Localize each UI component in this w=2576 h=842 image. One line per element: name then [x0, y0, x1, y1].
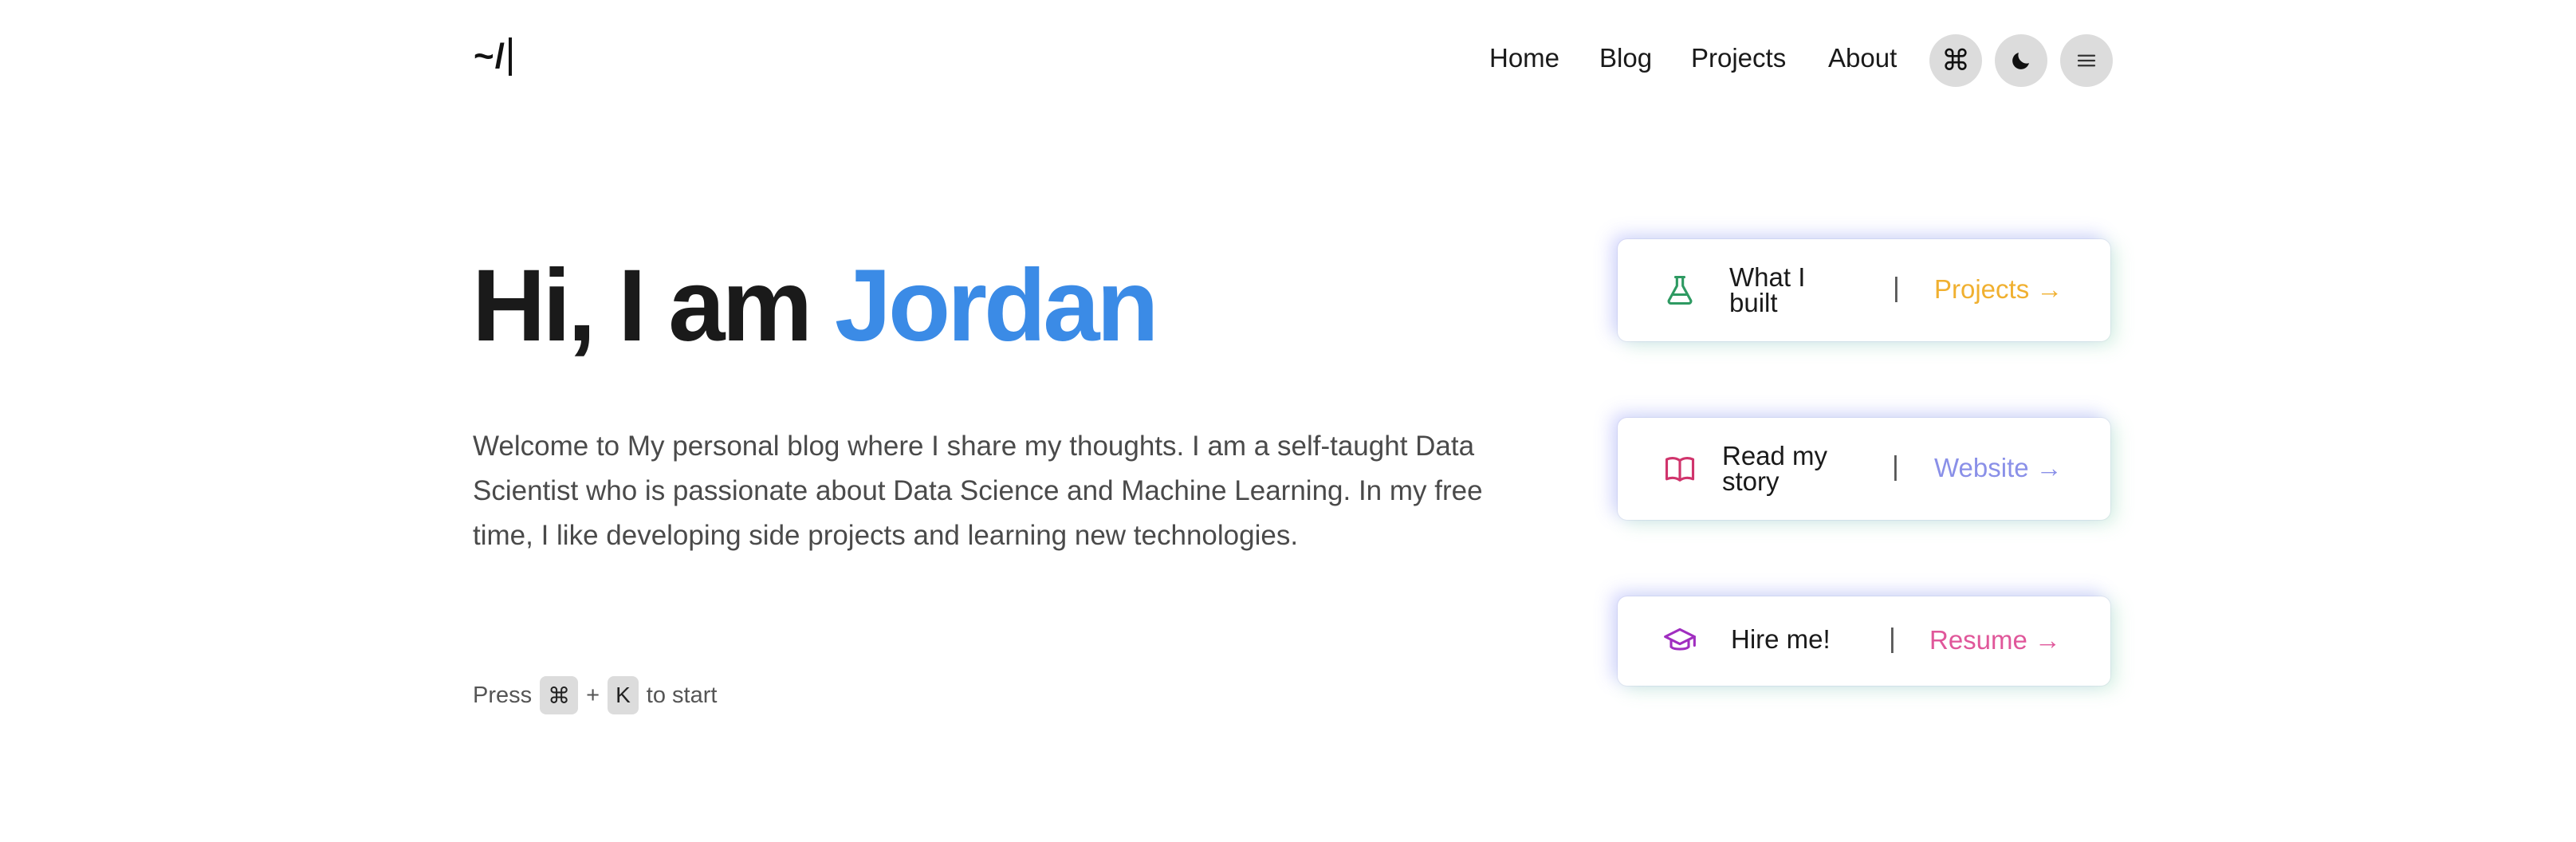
hero-heading: Hi, I am Jordan [472, 247, 1159, 364]
hint-prefix: Press [473, 682, 533, 708]
hint-plus: + [586, 682, 600, 708]
command-palette-button[interactable]: ⌘ [1929, 34, 1982, 87]
nav-projects[interactable]: Projects [1691, 43, 1786, 73]
nav-blog[interactable]: Blog [1599, 43, 1652, 73]
k-key: K [608, 676, 639, 714]
theme-toggle-button[interactable] [1995, 34, 2047, 87]
projects-link[interactable]: Projects → [1934, 274, 2063, 305]
card-label: Hire me! [1731, 624, 1831, 654]
hero-name: Jordan [834, 249, 1159, 363]
card-hire-me[interactable]: Hire me! | Resume → [1618, 596, 2110, 686]
menu-button[interactable] [2060, 34, 2113, 87]
command-key: ⌘ [540, 676, 579, 714]
card-label: Read my story [1722, 441, 1828, 496]
flask-icon [1667, 275, 1693, 305]
nav-home[interactable]: Home [1489, 43, 1559, 73]
card-separator: | [1892, 451, 1899, 482]
intro-paragraph: Welcome to My personal blog where I shar… [473, 431, 1483, 551]
resume-link[interactable]: Resume → [1929, 625, 2061, 655]
card-separator: | [1893, 273, 1900, 303]
card-read-my-story[interactable]: Read my story | Website → [1618, 418, 2110, 520]
keyboard-hint: Press ⌘ + K to start [473, 676, 717, 714]
card-what-i-built[interactable]: What I built | Projects → [1618, 239, 2110, 341]
menu-icon [2077, 54, 2096, 67]
graduation-cap-icon [1664, 628, 1696, 651]
nav-about[interactable]: About [1828, 43, 1897, 73]
book-icon [1665, 457, 1695, 482]
hint-suffix: to start [646, 682, 718, 708]
command-icon: ⌘ [1941, 44, 1970, 77]
main-nav: Home Blog Projects About [0, 43, 2576, 78]
website-link[interactable]: Website → [1934, 453, 2063, 483]
card-label: What I built [1729, 262, 1806, 317]
moon-icon [2012, 53, 2029, 69]
card-separator: | [1889, 624, 1896, 654]
hero-greeting: Hi, I am [472, 249, 835, 363]
